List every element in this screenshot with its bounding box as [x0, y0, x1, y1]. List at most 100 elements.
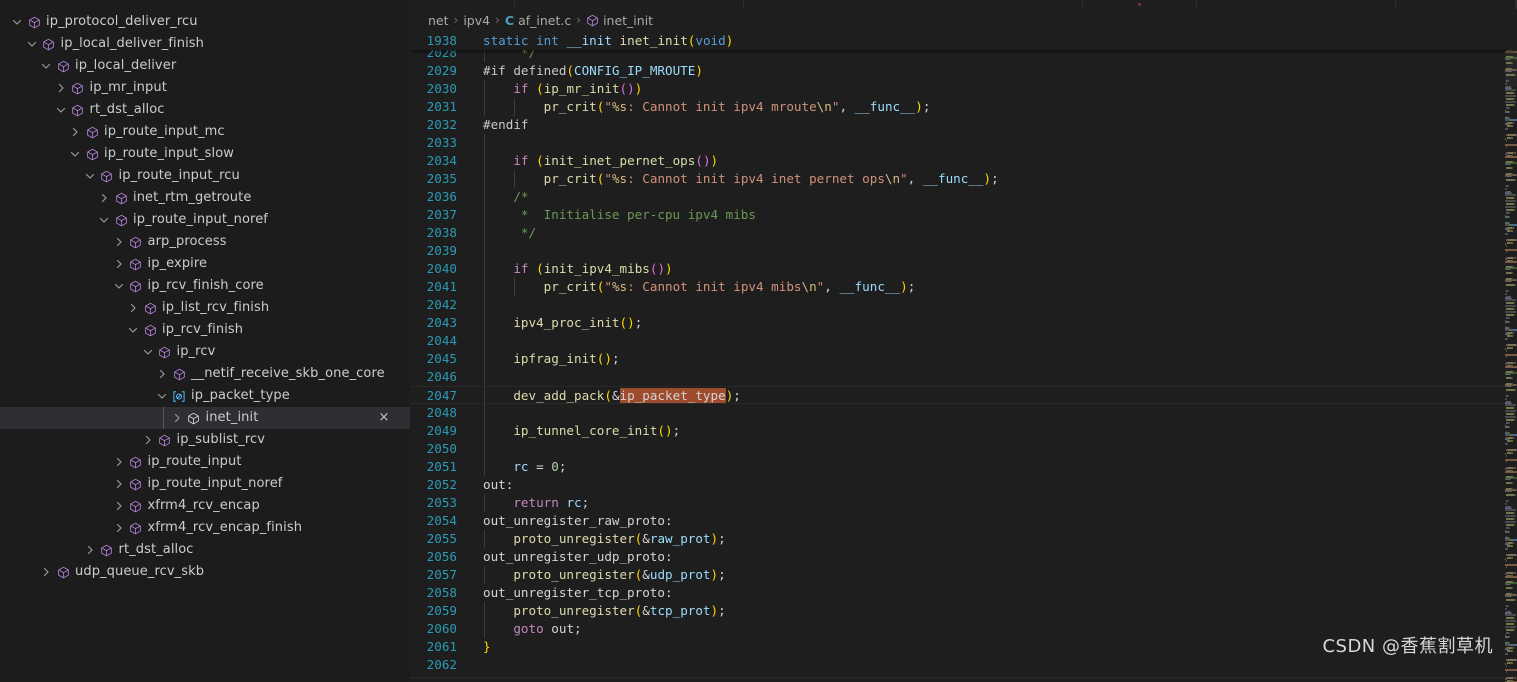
code-line[interactable]: 2051 rc = 0;: [410, 458, 1505, 476]
code-line[interactable]: 2053 return rc;: [410, 494, 1505, 512]
chevron-right-icon[interactable]: [125, 302, 141, 314]
code-line[interactable]: 2046: [410, 368, 1505, 386]
chevron-right-icon[interactable]: [154, 368, 170, 380]
chevron-right-icon[interactable]: [111, 478, 127, 490]
code-line[interactable]: 2040 if (init_ipv4_mibs()): [410, 260, 1505, 278]
code-line[interactable]: 2032 #endif: [410, 116, 1505, 134]
breadcrumb-item-ipv4[interactable]: ipv4: [463, 13, 490, 28]
call-hierarchy-item[interactable]: arp_process: [0, 231, 410, 253]
editor-tab[interactable]: [514, 0, 744, 9]
code-line[interactable]: 2033: [410, 134, 1505, 152]
call-hierarchy-item[interactable]: ip_rcv_finish_core: [0, 275, 410, 297]
code-line[interactable]: 2057 proto_unregister(&udp_prot);: [410, 566, 1505, 584]
code-line[interactable]: 2041 pr_crit("%s: Cannot init ipv4 mibs\…: [410, 278, 1505, 296]
code-line[interactable]: 2031 pr_crit("%s: Cannot init ipv4 mrout…: [410, 98, 1505, 116]
call-hierarchy-item[interactable]: ip_sublist_rcv: [0, 429, 410, 451]
call-hierarchy-item[interactable]: udp_queue_rcv_skb: [0, 561, 410, 583]
code-line[interactable]: 2059 proto_unregister(&tcp_prot);: [410, 602, 1505, 620]
code-line[interactable]: 2038 */: [410, 224, 1505, 242]
editor-tab-bar[interactable]: [410, 0, 1517, 9]
call-hierarchy-item[interactable]: ip_mr_input: [0, 77, 410, 99]
call-hierarchy-item[interactable]: rt_dst_alloc: [0, 539, 410, 561]
chevron-right-icon[interactable]: [111, 522, 127, 534]
minimap[interactable]: [1505, 9, 1517, 682]
call-hierarchy-item[interactable]: xfrm4_rcv_encap: [0, 495, 410, 517]
code-line[interactable]: 2061}: [410, 638, 1505, 656]
code-line[interactable]: 2055 proto_unregister(&raw_prot);: [410, 530, 1505, 548]
chevron-right-icon[interactable]: [169, 412, 185, 424]
call-hierarchy-item[interactable]: ip_packet_type: [0, 385, 410, 407]
call-hierarchy-item[interactable]: ip_local_deliver: [0, 55, 410, 77]
call-hierarchy-item[interactable]: ip_route_input_rcu: [0, 165, 410, 187]
breadcrumb-item-af-inet-c[interactable]: Caf_inet.c: [505, 13, 571, 28]
code-line[interactable]: 2029 #if defined(CONFIG_IP_MROUTE): [410, 62, 1505, 80]
editor-tab[interactable]: [1082, 0, 1198, 9]
code-line[interactable]: 2058 out_unregister_tcp_proto:: [410, 584, 1505, 602]
horizontal-scrollbar[interactable]: [410, 677, 1505, 682]
code-line[interactable]: 2060 goto out;: [410, 620, 1505, 638]
chevron-down-icon[interactable]: [67, 148, 83, 160]
code-line[interactable]: 2036 /*: [410, 188, 1505, 206]
call-hierarchy-item[interactable]: xfrm4_rcv_encap_finish: [0, 517, 410, 539]
chevron-down-icon[interactable]: [82, 170, 98, 182]
code-line[interactable]: 2030 if (ip_mr_init()): [410, 80, 1505, 98]
call-hierarchy-item[interactable]: ip_route_input_slow: [0, 143, 410, 165]
editor-tab[interactable]: [410, 0, 515, 9]
call-hierarchy-item[interactable]: ip_route_input_noref: [0, 473, 410, 495]
code-line[interactable]: 2049 ip_tunnel_core_init();: [410, 422, 1505, 440]
call-hierarchy-item[interactable]: ip_route_input_mc: [0, 121, 410, 143]
code-line[interactable]: 2043 ipv4_proc_init();: [410, 314, 1505, 332]
sticky-scroll-line[interactable]: 1938 static int __init inet_init(void): [410, 31, 1517, 50]
call-hierarchy-item[interactable]: ip_protocol_deliver_rcu: [0, 11, 410, 33]
code-line[interactable]: 2044: [410, 332, 1505, 350]
chevron-down-icon[interactable]: [154, 390, 170, 402]
editor-tab[interactable]: [1396, 0, 1516, 9]
chevron-down-icon[interactable]: [125, 324, 141, 336]
code-line[interactable]: 2050: [410, 440, 1505, 458]
editor-tab[interactable]: [743, 0, 1083, 9]
breadcrumb-item-net[interactable]: net: [428, 13, 449, 28]
code-line[interactable]: 2047 dev_add_pack(&ip_packet_type);: [410, 386, 1505, 405]
code-line[interactable]: 2048: [410, 404, 1505, 422]
chevron-right-icon[interactable]: [111, 500, 127, 512]
code-line[interactable]: 2034 if (init_inet_pernet_ops()): [410, 152, 1505, 170]
call-hierarchy-item[interactable]: rt_dst_alloc: [0, 99, 410, 121]
chevron-right-icon[interactable]: [111, 236, 127, 248]
call-hierarchy-item[interactable]: ip_rcv_finish: [0, 319, 410, 341]
chevron-down-icon[interactable]: [38, 60, 54, 72]
code-line[interactable]: 2054 out_unregister_raw_proto:: [410, 512, 1505, 530]
code-line[interactable]: 2035 pr_crit("%s: Cannot init ipv4 inet …: [410, 170, 1505, 188]
chevron-down-icon[interactable]: [140, 346, 156, 358]
call-hierarchy-tree[interactable]: ip_protocol_deliver_rcu ip_local_deliver_…: [0, 11, 410, 583]
code-line[interactable]: 2045 ipfrag_init();: [410, 350, 1505, 368]
code-line[interactable]: 2039: [410, 242, 1505, 260]
code-line[interactable]: 2052 out:: [410, 476, 1505, 494]
call-hierarchy-item[interactable]: ip_list_rcv_finish: [0, 297, 410, 319]
breadcrumb[interactable]: net › ipv4 › Caf_inet.c › inet_init: [410, 9, 1517, 31]
chevron-right-icon[interactable]: [53, 82, 69, 94]
chevron-right-icon[interactable]: [82, 544, 98, 556]
editor-tab[interactable]: [1197, 0, 1397, 9]
call-hierarchy-item[interactable]: ip_rcv: [0, 341, 410, 363]
chevron-right-icon[interactable]: [111, 258, 127, 270]
chevron-down-icon[interactable]: [24, 38, 40, 50]
chevron-right-icon[interactable]: [38, 566, 54, 578]
call-hierarchy-item[interactable]: ip_expire: [0, 253, 410, 275]
chevron-down-icon[interactable]: [111, 280, 127, 292]
call-hierarchy-item[interactable]: __netif_receive_skb_one_core: [0, 363, 410, 385]
chevron-down-icon[interactable]: [9, 16, 25, 28]
call-hierarchy-item[interactable]: inet_init ×: [0, 407, 410, 429]
chevron-down-icon[interactable]: [96, 214, 112, 226]
call-hierarchy-item[interactable]: ip_route_input: [0, 451, 410, 473]
chevron-down-icon[interactable]: [53, 104, 69, 116]
chevron-right-icon[interactable]: [96, 192, 112, 204]
code-line[interactable]: 2037 * Initialise per-cpu ipv4 mibs: [410, 206, 1505, 224]
call-hierarchy-item[interactable]: inet_rtm_getroute: [0, 187, 410, 209]
chevron-right-icon[interactable]: [140, 434, 156, 446]
breadcrumb-item-inet-init[interactable]: inet_init: [586, 13, 653, 28]
call-hierarchy-item[interactable]: ip_local_deliver_finish: [0, 33, 410, 55]
chevron-right-icon[interactable]: [111, 456, 127, 468]
code-line[interactable]: 2062: [410, 656, 1505, 674]
close-icon[interactable]: ×: [374, 407, 394, 429]
chevron-right-icon[interactable]: [67, 126, 83, 138]
